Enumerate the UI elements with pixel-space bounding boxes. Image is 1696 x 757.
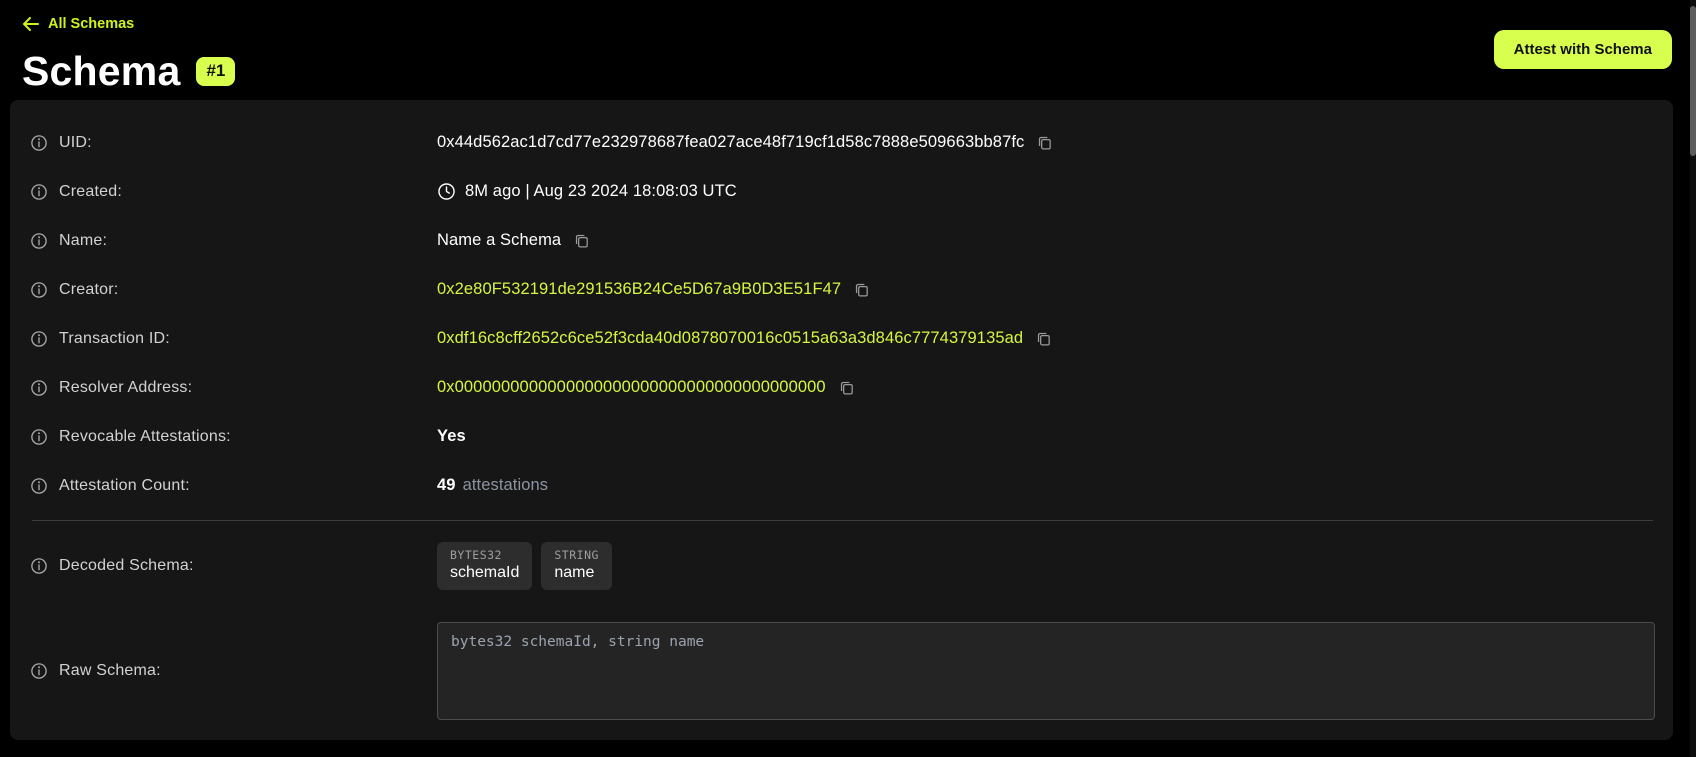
field-type: BYTES32 xyxy=(450,548,519,562)
resolver-address-label-group: Resolver Address: xyxy=(30,379,437,397)
attestation-count-row: Attestation Count: 49 attestations xyxy=(30,461,1655,510)
creator-row: Creator: 0x2e80F532191de291536B24Ce5D67a… xyxy=(30,265,1655,314)
attestations-link[interactable]: attestations xyxy=(463,476,549,495)
field-type: STRING xyxy=(554,548,599,562)
field-name: name xyxy=(554,564,599,582)
title-row: Schema #1 xyxy=(22,48,1672,95)
attestation-count-label-group: Attestation Count: xyxy=(30,477,437,495)
created-label-group: Created: xyxy=(30,183,437,201)
info-icon[interactable] xyxy=(30,183,48,201)
uid-value-group: 0x44d562ac1d7cd77e232978687fea027ace48f7… xyxy=(437,133,1053,152)
decoded-schema-fields: BYTES32 schemaId STRING name xyxy=(437,542,612,590)
transaction-id-label: Transaction ID: xyxy=(59,330,170,348)
name-label-group: Name: xyxy=(30,232,437,250)
schema-number-badge: #1 xyxy=(196,57,235,86)
raw-schema-row: Raw Schema: bytes32 schemaId, string nam… xyxy=(30,615,1655,727)
uid-label-group: UID: xyxy=(30,134,437,152)
back-to-all-schemas-link[interactable]: All Schemas xyxy=(22,16,134,32)
page-title: Schema xyxy=(22,48,180,95)
info-icon[interactable] xyxy=(30,232,48,250)
schema-field-badge: STRING name xyxy=(541,542,612,590)
raw-schema-textarea[interactable]: bytes32 schemaId, string name xyxy=(437,622,1655,720)
info-icon[interactable] xyxy=(30,134,48,152)
page-header: All Schemas Schema #1 Attest with Schema xyxy=(0,0,1696,95)
attestation-count-label: Attestation Count: xyxy=(59,477,190,495)
info-icon[interactable] xyxy=(30,330,48,348)
decoded-schema-row: Decoded Schema: BYTES32 schemaId STRING … xyxy=(30,521,1655,611)
left-arrow-icon xyxy=(22,17,39,31)
created-value: 8M ago | Aug 23 2024 18:08:03 UTC xyxy=(465,182,737,201)
uid-value: 0x44d562ac1d7cd77e232978687fea027ace48f7… xyxy=(437,133,1024,152)
clock-icon xyxy=(437,182,456,201)
name-row: Name: Name a Schema xyxy=(30,216,1655,265)
copy-icon[interactable] xyxy=(853,281,870,298)
info-icon[interactable] xyxy=(30,477,48,495)
decoded-schema-label: Decoded Schema: xyxy=(59,557,194,575)
decoded-schema-label-group: Decoded Schema: xyxy=(30,557,437,575)
schema-field-badge: BYTES32 schemaId xyxy=(437,542,532,590)
transaction-id-label-group: Transaction ID: xyxy=(30,330,437,348)
uid-row: UID: 0x44d562ac1d7cd77e232978687fea027ac… xyxy=(30,118,1655,167)
resolver-address-label: Resolver Address: xyxy=(59,379,192,397)
raw-schema-label: Raw Schema: xyxy=(59,662,161,680)
resolver-address-row: Resolver Address: 0x00000000000000000000… xyxy=(30,363,1655,412)
creator-address-link[interactable]: 0x2e80F532191de291536B24Ce5D67a9B0D3E51F… xyxy=(437,280,841,299)
info-icon[interactable] xyxy=(30,281,48,299)
scrollbar-track[interactable] xyxy=(1690,0,1696,757)
created-value-group: 8M ago | Aug 23 2024 18:08:03 UTC xyxy=(437,182,737,201)
name-value: Name a Schema xyxy=(437,231,561,250)
info-icon[interactable] xyxy=(30,557,48,575)
copy-icon[interactable] xyxy=(838,379,855,396)
scrollbar-thumb[interactable] xyxy=(1690,6,1696,156)
field-name: schemaId xyxy=(450,564,519,582)
revocable-attestations-value: Yes xyxy=(437,427,466,446)
revocable-attestations-label: Revocable Attestations: xyxy=(59,428,231,446)
creator-value-group: 0x2e80F532191de291536B24Ce5D67a9B0D3E51F… xyxy=(437,280,870,299)
revocable-attestations-row: Revocable Attestations: Yes xyxy=(30,412,1655,461)
created-row: Created: 8M ago | Aug 23 2024 18:08:03 U… xyxy=(30,167,1655,216)
name-value-group: Name a Schema xyxy=(437,231,590,250)
creator-label: Creator: xyxy=(59,281,118,299)
transaction-id-link[interactable]: 0xdf16c8cff2652c6ce52f3cda40d0878070016c… xyxy=(437,329,1023,348)
transaction-id-value-group: 0xdf16c8cff2652c6ce52f3cda40d0878070016c… xyxy=(437,329,1052,348)
attestation-count-number: 49 xyxy=(437,476,456,495)
transaction-id-row: Transaction ID: 0xdf16c8cff2652c6ce52f3c… xyxy=(30,314,1655,363)
revocable-attestations-label-group: Revocable Attestations: xyxy=(30,428,437,446)
resolver-address-value-group: 0x00000000000000000000000000000000000000… xyxy=(437,378,855,397)
copy-icon[interactable] xyxy=(1036,134,1053,151)
creator-label-group: Creator: xyxy=(30,281,437,299)
info-icon[interactable] xyxy=(30,662,48,680)
created-label: Created: xyxy=(59,183,122,201)
back-link-label: All Schemas xyxy=(48,16,134,32)
uid-label: UID: xyxy=(59,134,92,152)
raw-schema-label-group: Raw Schema: xyxy=(30,662,437,680)
attest-with-schema-button[interactable]: Attest with Schema xyxy=(1494,30,1672,69)
copy-icon[interactable] xyxy=(1035,330,1052,347)
attestation-count-value-group: 49 attestations xyxy=(437,476,548,495)
name-label: Name: xyxy=(59,232,107,250)
resolver-address-link[interactable]: 0x00000000000000000000000000000000000000… xyxy=(437,378,826,397)
copy-icon[interactable] xyxy=(573,232,590,249)
schema-details-card: UID: 0x44d562ac1d7cd77e232978687fea027ac… xyxy=(10,100,1673,740)
info-icon[interactable] xyxy=(30,428,48,446)
info-icon[interactable] xyxy=(30,379,48,397)
